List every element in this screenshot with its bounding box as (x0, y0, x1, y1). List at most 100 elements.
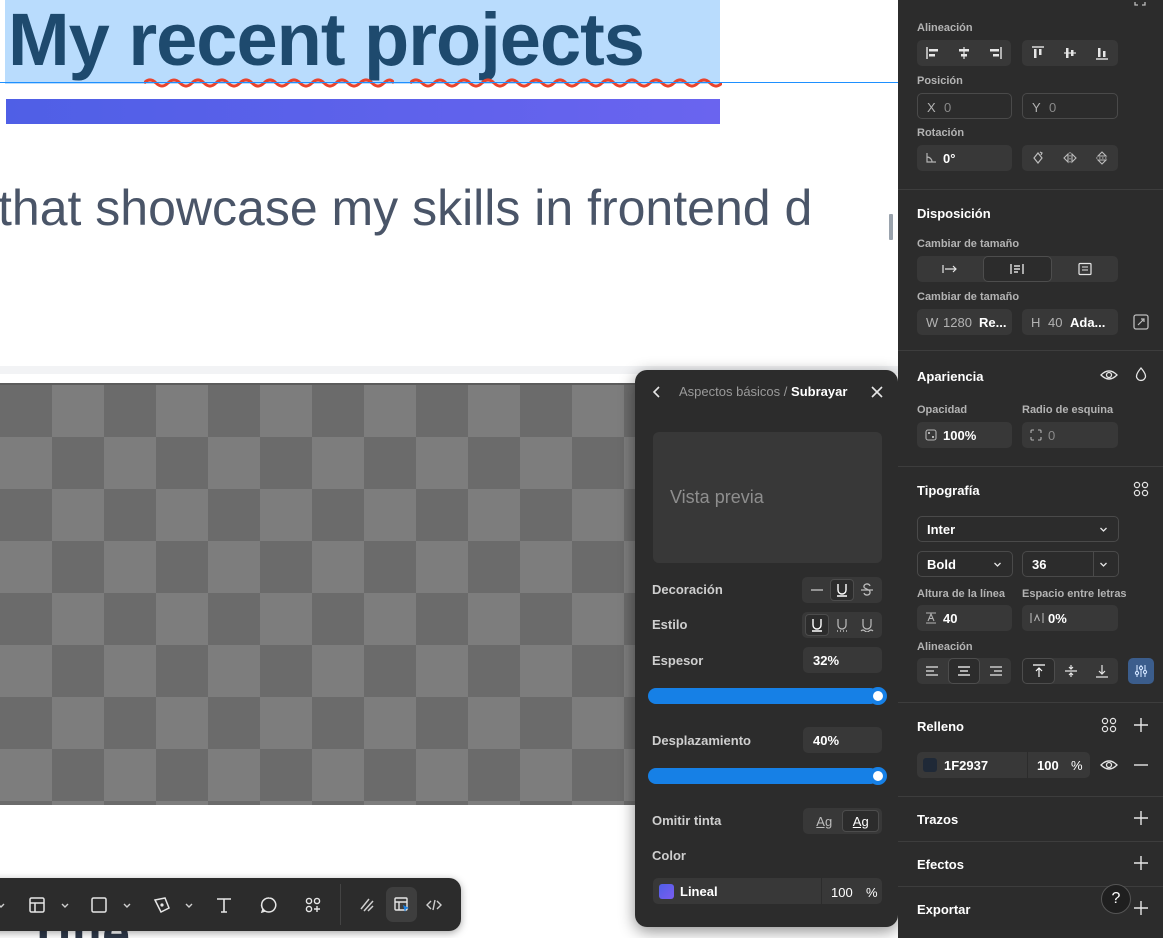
fill-hex[interactable]: 1F2937 (944, 758, 988, 773)
eye-icon[interactable] (1100, 366, 1118, 384)
chevron-down-icon[interactable] (122, 900, 132, 910)
align-right-button[interactable] (980, 40, 1011, 66)
opacity-input[interactable]: 100% (917, 422, 1012, 448)
slider-thumb[interactable] (869, 687, 887, 705)
pen-tool-button[interactable] (149, 892, 175, 918)
skip-ink-off-option[interactable]: Ag (806, 810, 842, 832)
slider-thumb[interactable] (869, 767, 887, 785)
offset-input[interactable]: 40% (803, 727, 882, 753)
rotation-value[interactable]: 0° (943, 151, 955, 166)
y-value[interactable]: 0 (1049, 100, 1056, 115)
gradient-underline-bar[interactable] (6, 99, 720, 124)
text-align-left-button[interactable] (917, 658, 948, 684)
skip-ink-on-option[interactable]: Ag (842, 810, 879, 832)
font-size-value[interactable]: 36 (1032, 557, 1046, 572)
shape-tool-button[interactable] (86, 892, 112, 918)
constraints-icon[interactable] (1132, 313, 1150, 331)
fill-swatch[interactable] (923, 758, 937, 772)
add-icon[interactable] (1132, 899, 1150, 917)
height-mode[interactable]: Ada... (1070, 315, 1105, 330)
corner-radius-value[interactable]: 0 (1048, 428, 1055, 443)
align-left-button[interactable] (917, 40, 948, 66)
chevron-down-icon[interactable] (0, 900, 6, 910)
x-position-input[interactable]: X 0 (917, 93, 1012, 119)
chevron-down-icon[interactable] (184, 900, 194, 910)
design-mode-button[interactable] (389, 892, 415, 918)
fixed-size-button[interactable] (1052, 256, 1118, 282)
rotation-input[interactable]: 0° (917, 145, 1012, 171)
text-tool-button[interactable] (211, 892, 237, 918)
align-top-button[interactable] (1022, 40, 1054, 66)
resize-handle[interactable] (889, 214, 893, 240)
letter-spacing-input[interactable]: 0% (1022, 605, 1118, 631)
subtitle-text-layer[interactable]: that showcase my skills in frontend d (0, 180, 812, 236)
eye-icon[interactable] (1100, 756, 1118, 774)
add-icon[interactable] (1132, 716, 1150, 734)
text-align-middle-button[interactable] (1055, 658, 1086, 684)
frame-tool-button[interactable] (24, 892, 50, 918)
font-weight-dropdown[interactable]: Bold (917, 551, 1013, 577)
flip-horizontal-button[interactable] (1054, 145, 1086, 171)
opacity-value[interactable]: 100% (943, 428, 976, 443)
style-solid-option[interactable] (805, 614, 830, 636)
color-swatch[interactable] (659, 884, 674, 899)
flip-vertical-button[interactable] (1086, 145, 1118, 171)
auto-width-button[interactable] (917, 256, 983, 282)
text-align-top-button[interactable] (1022, 658, 1056, 684)
heading-text-layer[interactable]: My recent projects (8, 0, 645, 88)
styles-icon[interactable] (1100, 716, 1118, 734)
font-family-dropdown[interactable]: Inter (917, 516, 1119, 542)
remove-icon[interactable] (1132, 756, 1150, 774)
image-placeholder[interactable] (0, 383, 650, 805)
align-bottom-button[interactable] (1086, 40, 1118, 66)
comment-tool-button[interactable] (256, 892, 282, 918)
actions-tool-button[interactable] (300, 892, 326, 918)
font-size-dropdown[interactable]: 36 (1022, 551, 1119, 577)
chevron-down-icon[interactable] (60, 900, 70, 910)
breadcrumb-parent[interactable]: Aspectos básicos (679, 384, 780, 399)
line-height-input[interactable]: 40 (917, 605, 1012, 631)
corner-radius-input[interactable]: 0 (1022, 422, 1118, 448)
style-wavy-option[interactable] (855, 614, 879, 636)
width-input[interactable]: W 1280 Re... (917, 309, 1012, 335)
type-settings-button[interactable] (1128, 658, 1154, 684)
decoration-strikethrough-option[interactable] (855, 579, 879, 601)
x-prefix: X (927, 100, 936, 115)
text-align-bottom-button[interactable] (1087, 658, 1118, 684)
line-height-value[interactable]: 40 (943, 611, 957, 626)
text-align-right-button[interactable] (980, 658, 1011, 684)
color-opacity-input[interactable]: 100 (831, 885, 853, 900)
auto-height-button[interactable] (983, 256, 1052, 282)
blend-mode-icon[interactable] (1132, 366, 1150, 384)
close-icon[interactable] (869, 384, 885, 400)
fill-color-field[interactable]: 1F2937 100 % (917, 752, 1090, 778)
underline-settings-popover: Aspectos básicos / Subrayar Vista previa… (635, 370, 898, 927)
decoration-none-option[interactable] (805, 579, 829, 601)
height-value[interactable]: 40 (1048, 315, 1062, 330)
width-mode[interactable]: Re... (979, 315, 1006, 330)
corner-expand-icon[interactable] (1134, 0, 1146, 6)
x-value[interactable]: 0 (944, 100, 951, 115)
dev-mode-button[interactable] (421, 892, 447, 918)
decoration-underline-option[interactable] (829, 579, 854, 601)
text-align-center-button[interactable] (947, 658, 981, 684)
add-icon[interactable] (1132, 809, 1150, 827)
add-icon[interactable] (1132, 854, 1150, 872)
width-value[interactable]: 1280 (943, 315, 972, 330)
thickness-input[interactable]: 32% (803, 647, 882, 673)
height-input[interactable]: H 40 Ada... (1022, 309, 1118, 335)
draw-mode-button[interactable] (354, 892, 380, 918)
fill-opacity[interactable]: 100 (1037, 758, 1059, 773)
help-button[interactable]: ? (1101, 884, 1131, 914)
thickness-slider[interactable] (648, 687, 887, 705)
back-arrow-icon[interactable] (649, 384, 665, 400)
offset-slider[interactable] (648, 767, 887, 785)
align-middle-button[interactable] (1054, 40, 1086, 66)
letter-spacing-value[interactable]: 0% (1048, 611, 1067, 626)
style-dotted-option[interactable] (830, 614, 854, 636)
text-styles-icon[interactable] (1132, 480, 1150, 498)
align-center-h-button[interactable] (948, 40, 979, 66)
y-position-input[interactable]: Y 0 (1022, 93, 1118, 119)
underline-color-field[interactable]: Lineal 100 % (653, 878, 882, 904)
rotate-button[interactable] (1022, 145, 1054, 171)
